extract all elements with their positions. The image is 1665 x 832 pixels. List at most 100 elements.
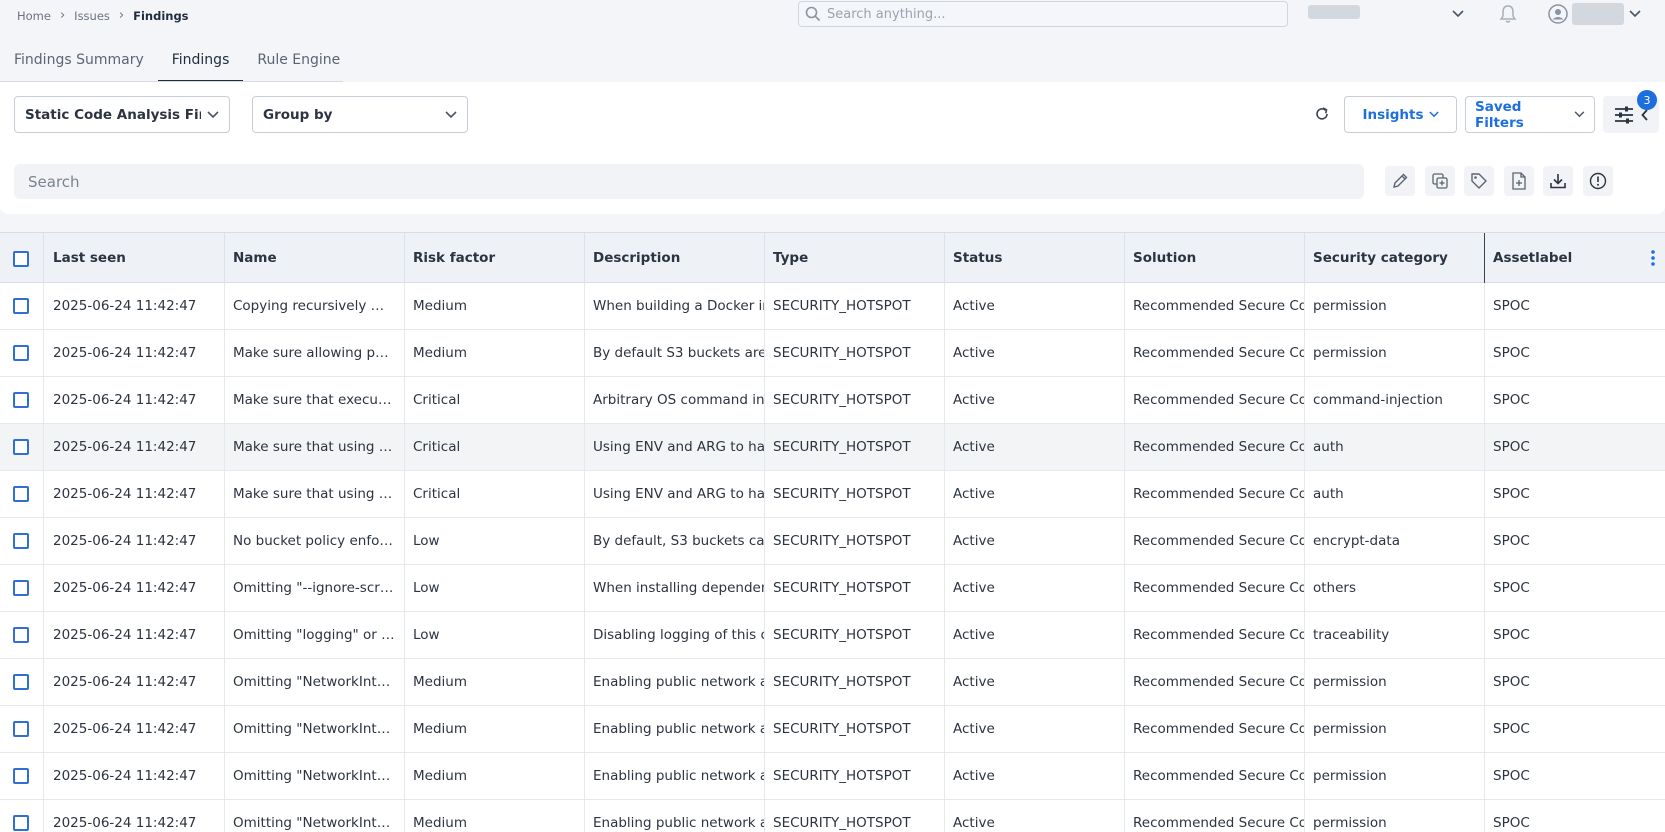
column-header-type[interactable]: Type xyxy=(764,233,945,283)
cell-type: SECURITY_HOTSPOT xyxy=(764,424,945,470)
edit-button[interactable] xyxy=(1385,166,1415,196)
finding-type-label: Static Code Analysis Findin xyxy=(25,106,201,123)
column-header-name[interactable]: Name xyxy=(224,233,405,283)
row-checkbox[interactable] xyxy=(13,533,29,549)
table-row[interactable]: 2025-06-24 11:42:47 Make sure that using … xyxy=(0,424,1665,471)
table-search-input[interactable]: Search xyxy=(14,164,1364,199)
row-checkbox[interactable] xyxy=(13,298,29,314)
select-all-checkbox[interactable] xyxy=(13,251,29,267)
row-checkbox[interactable] xyxy=(13,815,29,831)
add-file-button[interactable] xyxy=(1504,166,1534,196)
cell-type: SECURITY_HOTSPOT xyxy=(764,518,945,564)
cell-last-seen: 2025-06-24 11:42:47 xyxy=(44,283,225,329)
cell-solution: Recommended Secure Coding Practices xyxy=(1124,612,1305,658)
pinned-column-divider xyxy=(1484,233,1485,284)
cell-description: Enabling public network access xyxy=(584,706,765,752)
table-row[interactable]: 2025-06-24 11:42:47 Make sure that using … xyxy=(0,471,1665,518)
table-row[interactable]: 2025-06-24 11:42:47 Omitting "NetworkInte… xyxy=(0,753,1665,800)
cell-last-seen: 2025-06-24 11:42:47 xyxy=(44,706,225,752)
cell-type: SECURITY_HOTSPOT xyxy=(764,753,945,799)
breadcrumb: Home › Issues › Findings xyxy=(17,8,189,23)
cell-risk-factor: Critical xyxy=(404,377,585,423)
table-row[interactable]: 2025-06-24 11:42:47 Omitting "logging" or… xyxy=(0,612,1665,659)
row-checkbox[interactable] xyxy=(13,580,29,596)
cell-description: Using ENV and ARG to handle secrets xyxy=(584,471,765,517)
cell-type: SECURITY_HOTSPOT xyxy=(764,283,945,329)
column-header-solution[interactable]: Solution xyxy=(1124,233,1305,283)
column-header-description[interactable]: Description xyxy=(584,233,765,283)
insights-button[interactable]: Insights xyxy=(1344,96,1457,133)
cell-name: Copying recursively might inadvertently … xyxy=(224,283,405,329)
user-menu-chevron-icon[interactable] xyxy=(1627,6,1643,22)
cell-status: Active xyxy=(944,706,1125,752)
cell-assetlabel: SPOC xyxy=(1493,721,1530,737)
user-avatar-icon[interactable] xyxy=(1547,3,1569,25)
copy-add-button[interactable] xyxy=(1425,166,1455,196)
cell-status: Active xyxy=(944,659,1125,705)
cell-security-category: permission xyxy=(1304,283,1485,329)
cell-name: Omitting "NetworkInterfaces" for public xyxy=(224,659,405,705)
finding-type-dropdown[interactable]: Static Code Analysis Findin xyxy=(14,96,230,133)
table-row[interactable]: 2025-06-24 11:42:47 Omitting "NetworkInte… xyxy=(0,800,1665,832)
refresh-icon[interactable] xyxy=(1312,104,1332,124)
cell-risk-factor: Medium xyxy=(404,330,585,376)
table-row[interactable]: 2025-06-24 11:42:47 Make sure that execut… xyxy=(0,377,1665,424)
bell-icon[interactable] xyxy=(1498,3,1518,25)
column-header-status[interactable]: Status xyxy=(944,233,1125,283)
row-checkbox[interactable] xyxy=(13,674,29,690)
cell-security-category: others xyxy=(1304,565,1485,611)
row-checkbox[interactable] xyxy=(13,345,29,361)
user-name-placeholder xyxy=(1572,3,1624,25)
column-header-security-category[interactable]: Security category xyxy=(1304,233,1485,283)
cell-type: SECURITY_HOTSPOT xyxy=(764,659,945,705)
cell-status: Active xyxy=(944,283,1125,329)
edit-icon xyxy=(1393,173,1408,188)
cell-type: SECURITY_HOTSPOT xyxy=(764,706,945,752)
download-button[interactable] xyxy=(1543,166,1573,196)
chevron-down-icon xyxy=(1428,111,1439,118)
table-row[interactable]: 2025-06-24 11:42:47 Omitting "NetworkInte… xyxy=(0,659,1665,706)
table-row[interactable]: 2025-06-24 11:42:47 Copying recursively m… xyxy=(0,283,1665,330)
cell-last-seen: 2025-06-24 11:42:47 xyxy=(44,330,225,376)
row-checkbox[interactable] xyxy=(13,439,29,455)
cell-assetlabel: SPOC xyxy=(1493,580,1530,596)
column-header-assetlabel[interactable]: Assetlabel xyxy=(1484,233,1665,283)
column-header-last-seen[interactable]: Last seen xyxy=(44,233,225,283)
cell-assetlabel: SPOC xyxy=(1493,815,1530,831)
cell-description: Enabling public network access xyxy=(584,659,765,705)
row-checkbox[interactable] xyxy=(13,627,29,643)
table-row[interactable]: 2025-06-24 11:42:47 Omitting "--ignore-sc… xyxy=(0,565,1665,612)
breadcrumb-issues[interactable]: Issues xyxy=(74,9,110,23)
info-button[interactable] xyxy=(1583,166,1613,196)
chevron-left-icon xyxy=(1640,108,1648,121)
table-row[interactable]: 2025-06-24 11:42:47 No bucket policy enfo… xyxy=(0,518,1665,565)
group-by-dropdown[interactable]: Group by xyxy=(252,96,468,133)
tag-button[interactable] xyxy=(1464,166,1494,196)
row-checkbox[interactable] xyxy=(13,486,29,502)
breadcrumb-home[interactable]: Home xyxy=(17,9,51,23)
tab-findings-summary[interactable]: Findings Summary xyxy=(0,38,158,82)
row-checkbox[interactable] xyxy=(13,392,29,408)
cell-status: Active xyxy=(944,424,1125,470)
cell-description: Enabling public network access xyxy=(584,800,765,832)
cell-risk-factor: Medium xyxy=(404,753,585,799)
column-header-risk-factor[interactable]: Risk factor xyxy=(404,233,585,283)
tab-findings[interactable]: Findings xyxy=(157,38,244,82)
cell-name: Omitting "NetworkInterfaces" for public xyxy=(224,753,405,799)
cell-security-category: permission xyxy=(1304,753,1485,799)
cell-security-category: traceability xyxy=(1304,612,1485,658)
saved-filters-button[interactable]: Saved Filters xyxy=(1465,96,1595,133)
tab-rule-engine[interactable]: Rule Engine xyxy=(243,38,354,82)
cell-last-seen: 2025-06-24 11:42:47 xyxy=(44,518,225,564)
cell-solution: Recommended Secure Coding Practices xyxy=(1124,706,1305,752)
row-checkbox[interactable] xyxy=(13,721,29,737)
global-search-input[interactable]: Search anything... xyxy=(798,1,1288,27)
column-menu-kebab-icon[interactable] xyxy=(1648,247,1658,269)
table-row[interactable]: 2025-06-24 11:42:47 Make sure allowing pu… xyxy=(0,330,1665,377)
search-icon xyxy=(805,6,821,22)
copy-add-icon xyxy=(1432,173,1448,189)
org-dropdown-chevron-icon[interactable] xyxy=(1450,6,1466,22)
table-row[interactable]: 2025-06-24 11:42:47 Omitting "NetworkInte… xyxy=(0,706,1665,753)
cell-risk-factor: Critical xyxy=(404,471,585,517)
row-checkbox[interactable] xyxy=(13,768,29,784)
